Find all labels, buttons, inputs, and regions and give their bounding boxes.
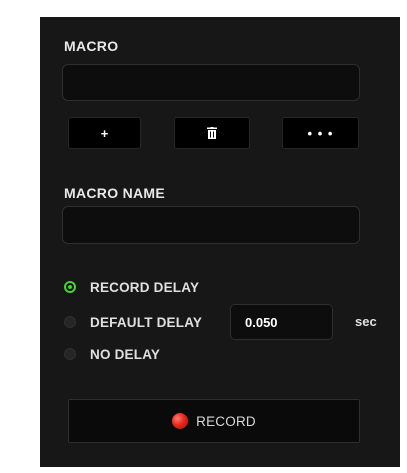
add-macro-button[interactable]: +	[68, 117, 141, 149]
default-delay-option[interactable]: DEFAULT DELAY	[64, 313, 202, 331]
record-label: RECORD	[196, 413, 256, 429]
default-delay-value: 0.050	[245, 314, 278, 330]
more-options-label: • • •	[307, 125, 334, 141]
plus-label: +	[100, 125, 109, 141]
macro-name-label: MACRO NAME	[64, 185, 165, 201]
record-delay-label: RECORD DELAY	[90, 279, 200, 295]
no-delay-option[interactable]: NO DELAY	[64, 345, 160, 363]
macro-panel: MACRO + • • • MACRO NAME RECORD DELAY DE…	[40, 17, 400, 467]
default-delay-input[interactable]: 0.050	[230, 304, 333, 340]
record-delay-radio[interactable]	[64, 281, 76, 293]
record-delay-option[interactable]: RECORD DELAY	[64, 278, 199, 296]
no-delay-label: NO DELAY	[90, 346, 161, 362]
default-delay-label: DEFAULT DELAY	[90, 314, 203, 330]
macro-label: MACRO	[64, 38, 119, 54]
delete-macro-button[interactable]	[174, 117, 250, 149]
record-dot-icon	[172, 413, 189, 429]
default-delay-radio[interactable]	[64, 316, 76, 328]
macro-select-field[interactable]	[62, 64, 360, 101]
no-delay-radio[interactable]	[64, 348, 76, 360]
trash-icon	[207, 127, 217, 139]
record-button[interactable]: RECORD	[68, 399, 360, 443]
more-options-button[interactable]: • • •	[282, 117, 359, 149]
delay-unit-label: sec	[355, 314, 377, 329]
macro-name-input[interactable]	[62, 206, 360, 244]
